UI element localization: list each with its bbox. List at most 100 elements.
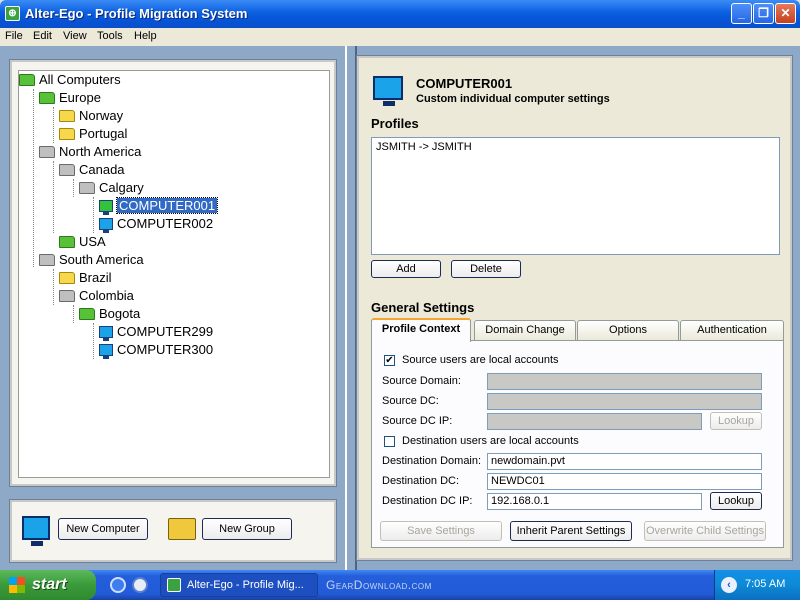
computer-green-icon [99, 199, 113, 215]
menu-help[interactable]: Help [134, 30, 157, 42]
list-item[interactable]: JSMITH -> JSMITH [376, 141, 472, 153]
tree-line [33, 89, 34, 267]
taskbar-app-button[interactable]: Alter-Ego - Profile Mig... [160, 573, 318, 597]
maximize-button[interactable]: ❐ [753, 3, 774, 24]
new-computer-button[interactable]: New Computer [58, 518, 148, 540]
inherit-parent-settings-button[interactable]: Inherit Parent Settings [510, 521, 632, 541]
clock[interactable]: 7:05 AM [745, 578, 785, 590]
tree-node-colombia[interactable]: Colombia [59, 287, 134, 305]
folder-open-grey-icon [79, 181, 95, 194]
new-group-icon [168, 518, 196, 540]
settings-tabs: Profile Context Domain Change Options Au… [371, 318, 784, 342]
action-panel: New Computer New Group [9, 499, 337, 563]
source-domain-label: Source Domain: [382, 375, 461, 387]
tree-node-calgary[interactable]: Calgary [79, 179, 144, 197]
folder-open-grey-icon [59, 289, 75, 302]
window-title: Alter-Ego - Profile Migration System [25, 6, 248, 21]
destination-local-checkbox[interactable] [384, 436, 395, 447]
computer-icon [99, 217, 113, 233]
source-dc-ip-label: Source DC IP: [382, 415, 453, 427]
profiles-list[interactable]: JSMITH -> JSMITH [371, 137, 780, 255]
computer-icon [99, 325, 113, 341]
folder-green-icon [59, 235, 75, 248]
source-dc-field[interactable] [487, 393, 762, 410]
general-settings-heading: General Settings [371, 300, 475, 315]
tree-line [53, 161, 54, 233]
tab-domain-change[interactable]: Domain Change [474, 320, 576, 340]
source-domain-field[interactable] [487, 373, 762, 390]
computer-icon [99, 343, 113, 359]
tree-node-computer300[interactable]: COMPUTER300 [99, 341, 213, 359]
quick-launch-icon[interactable] [132, 577, 148, 593]
details-panel: COMPUTER001 Custom individual computer s… [356, 55, 793, 561]
tree-node-brazil[interactable]: Brazil [59, 269, 112, 287]
profile-context-panel: ✔ Source users are local accounts Source… [371, 340, 784, 548]
destination-lookup-button[interactable]: Lookup [710, 492, 762, 510]
internet-explorer-icon[interactable] [110, 577, 126, 593]
left-pane: All Computers Europe Norway Portugal Nor… [0, 46, 345, 570]
tree-line [73, 305, 74, 323]
menu-bar: File Edit View Tools Help [0, 28, 800, 46]
pane-splitter[interactable] [345, 46, 357, 570]
source-dc-ip-field[interactable] [487, 413, 702, 430]
destination-dc-ip-label: Destination DC IP: [382, 495, 473, 507]
tree-node-portugal[interactable]: Portugal [59, 125, 127, 143]
minimize-button[interactable]: _ [731, 3, 752, 24]
destination-dc-ip-field[interactable]: 192.168.0.1 [487, 493, 702, 510]
tree-node-norway[interactable]: Norway [59, 107, 123, 125]
tree-node-north-america[interactable]: North America [39, 143, 141, 161]
destination-domain-field[interactable]: newdomain.pvt [487, 453, 762, 470]
tab-options[interactable]: Options [577, 320, 679, 340]
folder-open-green-icon [39, 91, 55, 104]
start-button[interactable]: start [0, 570, 96, 600]
watermark: GearDownload.com [326, 578, 432, 592]
tree-node-canada[interactable]: Canada [59, 161, 125, 179]
folder-open-green-icon [79, 307, 95, 320]
new-computer-icon [22, 516, 50, 546]
delete-profile-button[interactable]: Delete [451, 260, 521, 278]
title-bar[interactable]: ⊕ Alter-Ego - Profile Migration System _… [0, 0, 800, 28]
tree-node-computer001[interactable]: COMPUTER001 [99, 197, 219, 215]
folder-open-green-icon [19, 73, 35, 86]
save-settings-button[interactable]: Save Settings [380, 521, 502, 541]
menu-tools[interactable]: Tools [97, 30, 123, 42]
tree-line [53, 107, 54, 143]
add-profile-button[interactable]: Add [371, 260, 441, 278]
folder-yellow-icon [59, 109, 75, 122]
computer-name: COMPUTER001 [416, 76, 513, 91]
tray-chevron-icon[interactable]: ‹ [721, 577, 737, 593]
close-button[interactable]: ✕ [775, 3, 796, 24]
source-local-checkbox[interactable]: ✔ [384, 355, 395, 366]
menu-file[interactable]: File [5, 30, 23, 42]
tree-node-europe[interactable]: Europe [39, 89, 101, 107]
tree-line [93, 323, 94, 359]
source-local-label: Source users are local accounts [402, 354, 559, 366]
tree-node-all-computers[interactable]: All Computers [19, 71, 121, 89]
folder-open-grey-icon [39, 145, 55, 158]
folder-yellow-icon [59, 271, 75, 284]
menu-view[interactable]: View [63, 30, 87, 42]
destination-dc-label: Destination DC: [382, 475, 460, 487]
tree-node-computer299[interactable]: COMPUTER299 [99, 323, 213, 341]
destination-local-label: Destination users are local accounts [402, 435, 579, 447]
destination-dc-field[interactable]: NEWDC01 [487, 473, 762, 490]
computer-subtitle: Custom individual computer settings [416, 93, 610, 105]
tab-profile-context[interactable]: Profile Context [371, 318, 471, 342]
tree-line [73, 179, 74, 197]
computer-tree[interactable]: All Computers Europe Norway Portugal Nor… [18, 70, 330, 478]
tree-node-usa[interactable]: USA [59, 233, 106, 251]
source-lookup-button[interactable]: Lookup [710, 412, 762, 430]
menu-edit[interactable]: Edit [33, 30, 52, 42]
computer-icon [373, 76, 403, 106]
tree-node-bogota[interactable]: Bogota [79, 305, 140, 323]
windows-logo-icon [9, 577, 25, 593]
folder-open-grey-icon [39, 253, 55, 266]
folder-yellow-icon [59, 127, 75, 140]
overwrite-child-settings-button[interactable]: Overwrite Child Settings [644, 521, 766, 541]
app-icon[interactable]: ⊕ [5, 6, 20, 21]
new-group-button[interactable]: New Group [202, 518, 292, 540]
tree-line [93, 197, 94, 233]
tab-authentication[interactable]: Authentication [680, 320, 784, 340]
tree-node-computer002[interactable]: COMPUTER002 [99, 215, 213, 233]
tree-node-south-america[interactable]: South America [39, 251, 144, 269]
